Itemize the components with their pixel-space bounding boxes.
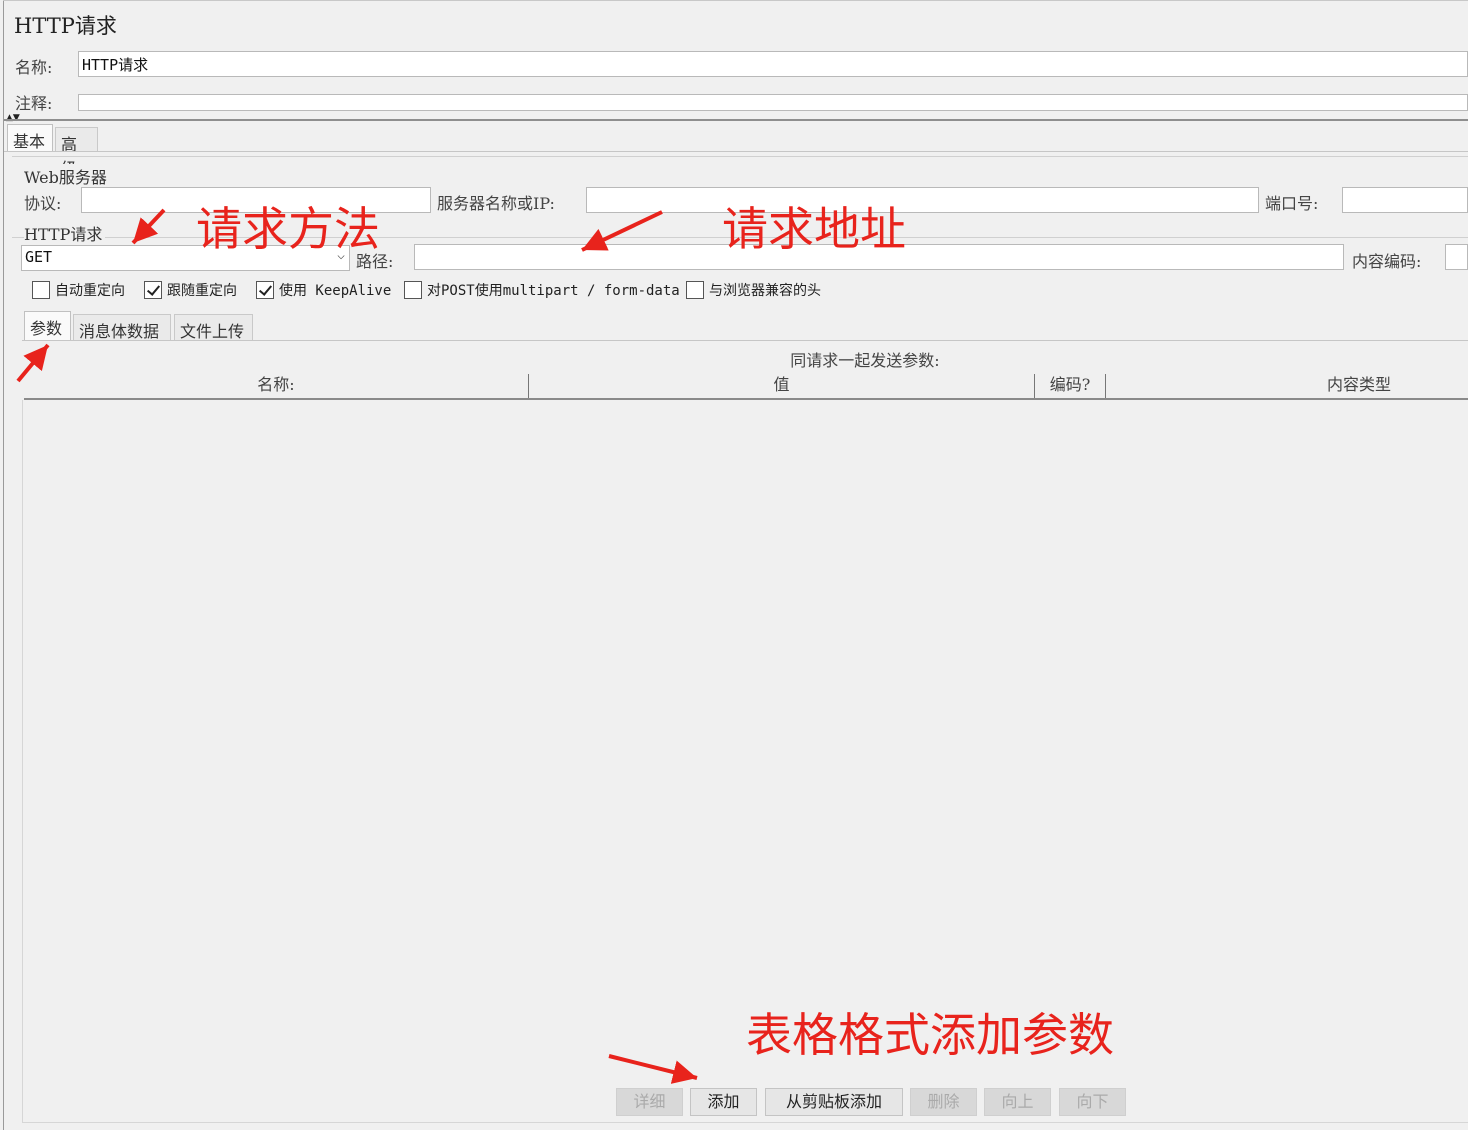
arrow-to-add-button-icon — [608, 1054, 698, 1084]
arrow-to-params-tab-icon — [16, 343, 50, 383]
annotation-arrows-layer — [16, 208, 698, 1084]
arrow-to-path-icon — [581, 210, 663, 252]
arrow-to-method-icon — [131, 208, 166, 245]
